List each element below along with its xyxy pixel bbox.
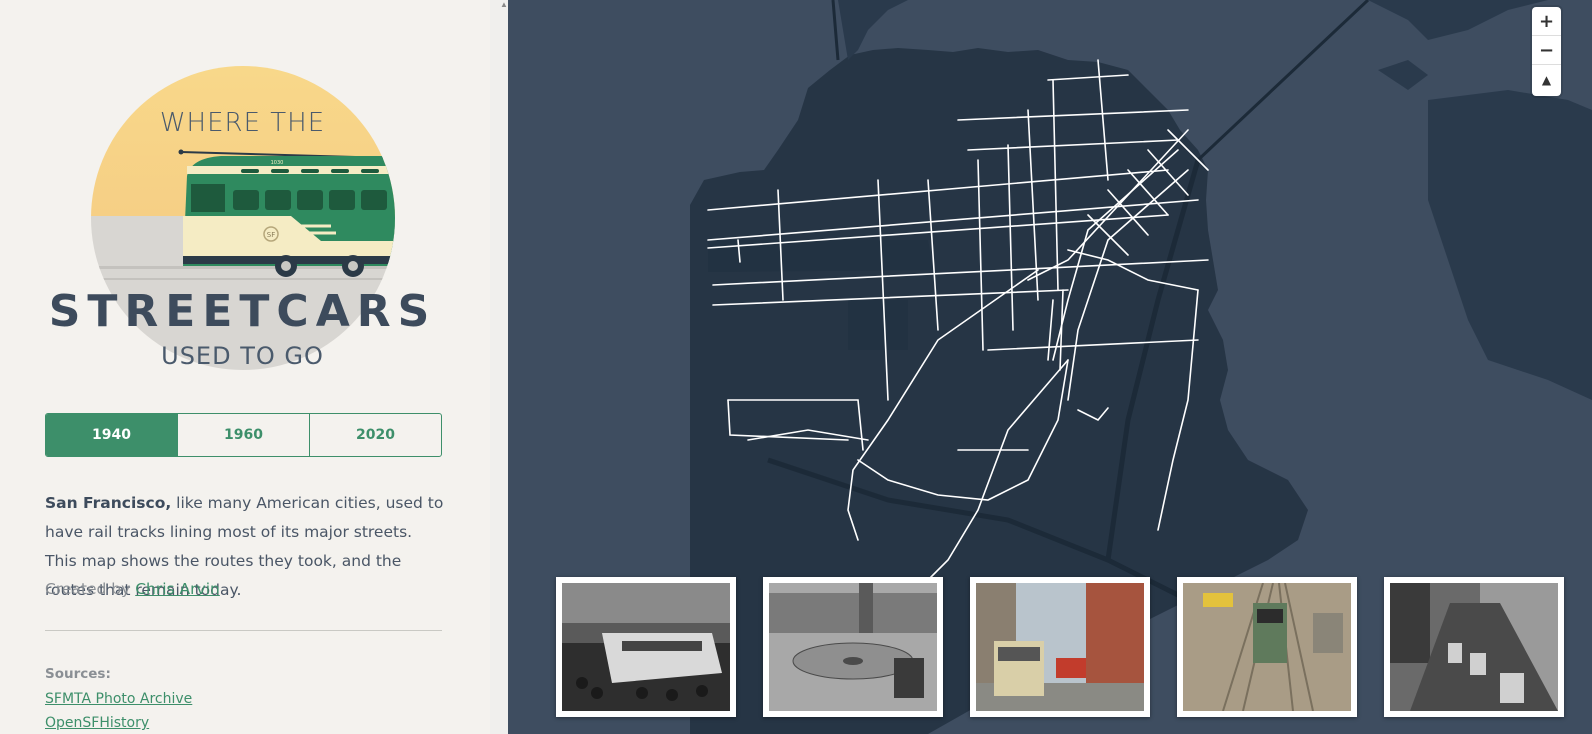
map-land-eastbay xyxy=(1428,90,1592,400)
credit-prefix: Created by xyxy=(45,580,136,598)
photo-card-3[interactable] xyxy=(970,577,1150,717)
zoom-in-button[interactable]: + xyxy=(1532,7,1561,36)
credit: Created by Chris Arvin xyxy=(45,575,445,604)
logo-title-top: WHERE THE xyxy=(159,108,326,138)
sidebar-scrollbar[interactable] xyxy=(490,0,508,734)
tab-2020[interactable]: 2020 xyxy=(310,414,441,456)
photo-5-image xyxy=(1390,583,1558,711)
author-link[interactable]: Chris Arvin xyxy=(135,580,220,598)
sidebar: SF 1030 WHERE THE STREETCARS USED TO GO … xyxy=(0,0,508,734)
photo-card-1[interactable] xyxy=(556,577,736,717)
tab-1960[interactable]: 1960 xyxy=(178,414,310,456)
map-zoom-control: + − ▲ xyxy=(1532,7,1561,96)
zoom-out-button[interactable]: − xyxy=(1532,36,1561,65)
photo-card-2[interactable] xyxy=(763,577,943,717)
photo-card-5[interactable] xyxy=(1384,577,1564,717)
divider xyxy=(45,630,442,631)
map-land-island xyxy=(1378,60,1428,90)
logo-title-bottom: USED TO GO xyxy=(161,342,324,370)
compass-icon[interactable]: ▲ xyxy=(1532,65,1561,94)
logo-title-main: STREETCARS xyxy=(48,286,437,337)
source-link-sfmta[interactable]: SFMTA Photo Archive xyxy=(45,691,192,707)
intro-lead: San Francisco, xyxy=(45,494,172,512)
year-tabs: 1940 1960 2020 xyxy=(45,413,442,457)
photo-4-image xyxy=(1183,582,1351,712)
tab-1940[interactable]: 1940 xyxy=(46,414,178,456)
scroll-up-arrow-icon[interactable]: ▲ xyxy=(500,0,508,10)
photo-2-image xyxy=(769,583,937,711)
map-land-north xyxy=(1368,0,1548,40)
photo-3-image xyxy=(976,583,1144,711)
photo-card-4[interactable] xyxy=(1177,577,1357,717)
car-badge: SF xyxy=(267,231,275,239)
source-link-opensfhistory[interactable]: OpenSFHistory xyxy=(45,715,149,731)
car-number: 1030 xyxy=(271,160,284,166)
sources-label: Sources: xyxy=(45,666,111,682)
photo-1-image xyxy=(562,583,730,711)
